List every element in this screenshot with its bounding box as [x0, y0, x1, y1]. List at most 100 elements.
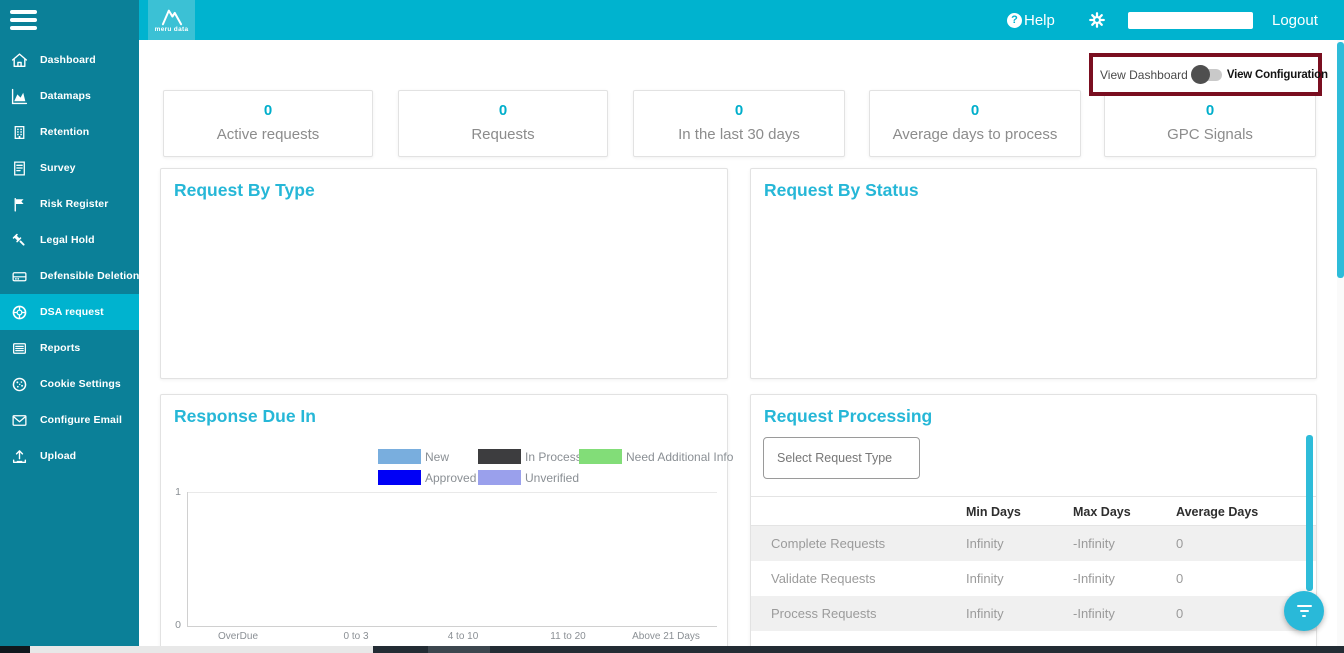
legend-item-in-process[interactable]: In Process	[478, 449, 582, 464]
page-vertical-scrollbar[interactable]	[1337, 40, 1344, 653]
stat-label: In the last 30 days	[634, 126, 844, 143]
stat-label: Active requests	[164, 126, 372, 143]
legend-swatch	[378, 470, 421, 485]
stat-label: GPC Signals	[1105, 126, 1315, 143]
sidebar-item-cookie-settings[interactable]: Cookie Settings	[0, 366, 139, 402]
search-input[interactable]	[1128, 12, 1253, 29]
y-axis-tick: 1	[165, 486, 181, 498]
sidebar-nav: Dashboard Datamaps Retention Survey Risk…	[0, 42, 139, 474]
column-header-max-days: Max Days	[1073, 505, 1131, 519]
request-type-select[interactable]: Select Request Type	[763, 437, 920, 479]
sidebar-item-label: Risk Register	[40, 198, 108, 210]
gear-icon[interactable]	[1088, 11, 1106, 34]
stat-value: 0	[1105, 102, 1315, 119]
stat-card-requests: 0 Requests	[398, 90, 608, 157]
sidebar-item-dsa-request[interactable]: DSA request	[0, 294, 139, 330]
sidebar: Dashboard Datamaps Retention Survey Risk…	[0, 0, 139, 653]
table-row: Complete Requests Infinity -Infinity 0	[751, 526, 1316, 561]
scrollbar-segment	[428, 646, 490, 653]
sidebar-item-label: Datamaps	[40, 90, 91, 102]
sidebar-item-survey[interactable]: Survey	[0, 150, 139, 186]
menu-icon[interactable]	[10, 10, 37, 34]
sidebar-item-label: Defensible Deletion	[40, 270, 139, 282]
sidebar-item-legal-hold[interactable]: Legal Hold	[0, 222, 139, 258]
panel-title: Response Due In	[174, 406, 316, 427]
scrollbar-thumb[interactable]	[1337, 42, 1344, 278]
sidebar-item-label: Legal Hold	[40, 234, 95, 246]
stat-card-active-requests: 0 Active requests	[163, 90, 373, 157]
y-axis-tick: 0	[165, 619, 181, 631]
envelope-icon	[11, 412, 28, 429]
gavel-icon	[11, 232, 28, 249]
flag-icon	[11, 196, 28, 213]
help-button[interactable]: ? Help	[1007, 0, 1055, 40]
sidebar-item-risk-register[interactable]: Risk Register	[0, 186, 139, 222]
x-axis-label: 0 to 3	[343, 631, 368, 642]
stat-value: 0	[634, 102, 844, 119]
upload-icon	[11, 448, 28, 465]
legend-item-new[interactable]: New	[378, 449, 449, 464]
panel-request-by-status: Request By Status	[750, 168, 1317, 379]
sidebar-item-retention[interactable]: Retention	[0, 114, 139, 150]
panel-scrollbar-thumb[interactable]	[1306, 435, 1313, 591]
sidebar-item-configure-email[interactable]: Configure Email	[0, 402, 139, 438]
table-row: Process Requests Infinity -Infinity 0	[751, 596, 1316, 631]
stat-value: 0	[399, 102, 607, 119]
y-axis	[187, 492, 188, 626]
sidebar-item-label: Configure Email	[40, 414, 122, 426]
stat-card-average-days: 0 Average days to process	[869, 90, 1081, 157]
x-axis-label: OverDue	[218, 631, 258, 642]
x-axis	[187, 626, 717, 627]
toggle-knob	[1191, 65, 1210, 84]
home-icon	[11, 52, 28, 69]
stat-label: Requests	[399, 126, 607, 143]
drive-icon	[11, 268, 28, 285]
document-icon	[11, 160, 28, 177]
sidebar-item-label: Reports	[40, 342, 80, 354]
mountain-icon	[159, 7, 185, 27]
list-icon	[11, 340, 28, 357]
table-row: Validate Requests Infinity -Infinity 0	[751, 561, 1316, 596]
area-chart-icon	[11, 88, 28, 105]
sidebar-item-dashboard[interactable]: Dashboard	[0, 42, 139, 78]
column-header-min-days: Min Days	[966, 505, 1021, 519]
scrollbar-left-button[interactable]	[0, 646, 30, 653]
stat-card-gpc-signals: 0 GPC Signals	[1104, 90, 1316, 157]
legend-item-approved[interactable]: Approved	[378, 470, 476, 485]
x-axis-label: 11 to 20	[550, 631, 585, 642]
x-axis-label: Above 21 Days	[632, 631, 700, 642]
legend-item-need-additional-info[interactable]: Need Additional Info	[579, 449, 733, 464]
page-horizontal-scrollbar[interactable]	[0, 646, 1344, 653]
column-header-average-days: Average Days	[1176, 505, 1258, 519]
sidebar-item-reports[interactable]: Reports	[0, 330, 139, 366]
processing-table: Min Days Max Days Average Days Complete …	[751, 496, 1316, 631]
building-icon	[11, 124, 28, 141]
sidebar-item-datamaps[interactable]: Datamaps	[0, 78, 139, 114]
sidebar-item-label: Dashboard	[40, 54, 96, 66]
app-window: Dashboard Datamaps Retention Survey Risk…	[0, 0, 1344, 653]
sidebar-item-upload[interactable]: Upload	[0, 438, 139, 474]
legend-item-unverified[interactable]: Unverified	[478, 470, 579, 485]
panel-request-processing: Request Processing Select Request Type M…	[750, 394, 1317, 653]
scrollbar-thumb[interactable]	[30, 646, 373, 653]
topbar: meru data ? Help Logout	[139, 0, 1344, 40]
panel-response-due-in: Response Due In New In Process Need Addi…	[160, 394, 728, 653]
view-toggle-switch[interactable]	[1193, 69, 1222, 81]
legend-swatch	[378, 449, 421, 464]
table-header-row: Min Days Max Days Average Days	[751, 496, 1316, 526]
sidebar-item-defensible-deletion[interactable]: Defensible Deletion	[0, 258, 139, 294]
view-configuration-label: View Configuration	[1227, 69, 1328, 81]
life-ring-icon	[11, 304, 28, 321]
panel-title: Request By Status	[764, 180, 919, 201]
sidebar-item-label: DSA request	[40, 306, 104, 318]
panel-title: Request Processing	[764, 406, 932, 427]
stat-label: Average days to process	[870, 126, 1080, 143]
legend-swatch	[478, 449, 521, 464]
gridline	[187, 492, 717, 493]
brand-logo[interactable]: meru data	[148, 0, 195, 40]
sidebar-item-label: Upload	[40, 450, 76, 462]
filter-button[interactable]	[1284, 591, 1324, 631]
view-toggle: View Dashboard View Configuration	[1089, 53, 1322, 96]
stat-value: 0	[164, 102, 372, 119]
logout-button[interactable]: Logout	[1272, 0, 1318, 40]
